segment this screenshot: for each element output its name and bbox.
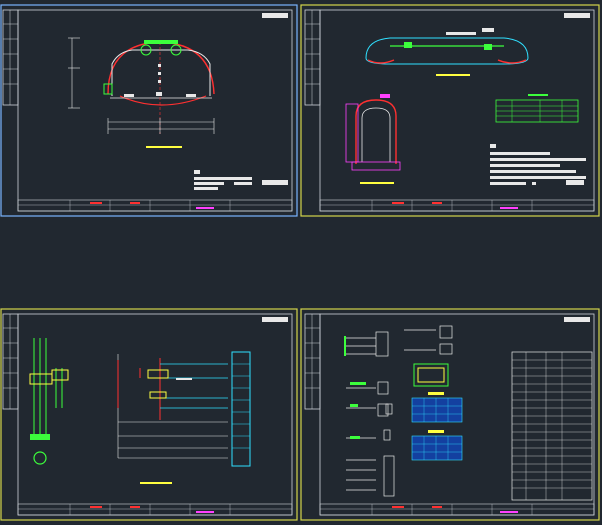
drawing-stamp	[262, 13, 288, 18]
tunnel-section-drawing	[0, 4, 298, 217]
title-block	[319, 199, 595, 212]
title-block	[17, 199, 293, 212]
component-schedule-drawing	[300, 308, 600, 521]
viewport-component-schedule[interactable]	[300, 308, 600, 521]
viewport-tunnel-section[interactable]	[0, 4, 298, 217]
equipment-schedule-table	[511, 351, 593, 501]
viewport-border	[0, 4, 298, 217]
motor-icon	[33, 451, 47, 465]
view-caption-line	[146, 146, 182, 148]
viewport-tunnel-profile[interactable]	[300, 4, 600, 217]
viewport-control-circuit[interactable]	[0, 308, 298, 521]
title-block	[17, 503, 293, 516]
tunnel-profile-drawing	[300, 4, 600, 217]
control-circuit-drawing	[0, 308, 298, 521]
blue-legend-tables	[411, 392, 463, 461]
terminal-strip	[231, 351, 251, 467]
viewport-border	[0, 308, 298, 521]
title-block	[319, 503, 595, 516]
